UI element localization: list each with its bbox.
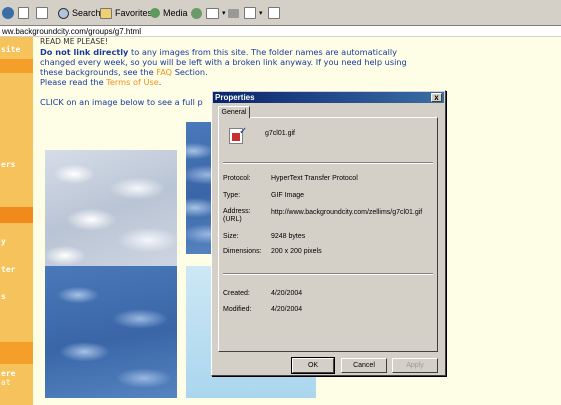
edit-button[interactable]: ▾ [244, 5, 263, 21]
back-arrow-icon [2, 7, 14, 19]
size-value: 9248 bytes [271, 233, 306, 240]
history-icon [191, 7, 202, 19]
favorites-button[interactable]: Favorites [100, 5, 152, 21]
address-value: http://www.backgroundcity.com/zellims/g7… [271, 209, 423, 216]
edit-dropdown-icon: ▾ [259, 10, 263, 17]
ok-button[interactable]: OK [291, 357, 335, 374]
cancel-button[interactable]: Cancel [341, 358, 387, 373]
separator-1 [223, 162, 433, 164]
created-value: 4/20/2004 [271, 290, 303, 297]
address-bar[interactable]: ww.backgroundcity.com/groups/g7.html [0, 26, 561, 37]
dimensions-label: Dimensions: [223, 248, 262, 255]
terms-line: Please read the Terms of Use. [40, 77, 420, 87]
nav-item-s[interactable]: s [1, 292, 6, 301]
notice-text-2: Section. [172, 67, 208, 77]
home-button[interactable] [36, 5, 51, 21]
notice-bold: Do not link directly [40, 47, 129, 57]
tab-general[interactable]: General [218, 106, 250, 118]
mail-button[interactable]: ▾ [206, 5, 226, 21]
nav-item-ere[interactable]: ere [1, 369, 15, 378]
type-label: Type: [223, 192, 241, 199]
search-button[interactable]: Search [58, 5, 101, 21]
search-icon [58, 7, 69, 19]
dimensions-value: 200 x 200 pixels [271, 248, 322, 255]
close-icon: x [434, 93, 439, 102]
readme-header: READ ME PLEASE! [40, 37, 108, 46]
edit-icon [244, 7, 256, 19]
gif-file-icon: ✓ [229, 126, 247, 144]
left-navigation: site ers y ter s ere at [0, 37, 33, 405]
faq-link[interactable]: FAQ [156, 67, 172, 77]
nav-button-3[interactable] [0, 342, 33, 364]
print-icon [228, 8, 239, 18]
refresh-icon [18, 7, 29, 19]
dialog-title: Properties [215, 93, 255, 102]
nav-item-ers[interactable]: ers [1, 160, 15, 169]
general-panel: ✓ g7cl01.gif Protocol: HyperText Transfe… [218, 117, 438, 352]
address-label: Address: [223, 208, 251, 215]
nav-item-ter[interactable]: ter [1, 265, 15, 274]
modified-value: 4/20/2004 [271, 306, 303, 313]
address-sub-label: (URL) [223, 216, 242, 223]
terms-prefix: Please read the [40, 77, 107, 87]
dialog-titlebar[interactable]: Properties x [213, 92, 444, 103]
properties-dialog: Properties x General ✓ g7cl01.gif Protoc… [211, 90, 446, 376]
refresh-button[interactable] [18, 5, 32, 21]
background-thumbnail-3[interactable] [45, 266, 177, 398]
nav-item-y[interactable]: y [1, 237, 6, 246]
terms-link[interactable]: Terms of Use [106, 77, 159, 87]
url-text: ww.backgroundcity.com/groups/g7.html [2, 27, 142, 36]
favorites-icon [100, 7, 112, 19]
history-button[interactable] [191, 5, 205, 21]
nav-item-site[interactable]: site [1, 45, 20, 54]
protocol-value: HyperText Transfer Protocol [271, 175, 358, 182]
print-button[interactable] [228, 5, 242, 21]
nav-item-at[interactable]: at [1, 378, 11, 387]
mail-icon [206, 7, 219, 19]
favorites-label: Favorites [115, 8, 153, 18]
search-label: Search [72, 8, 101, 18]
modified-label: Modified: [223, 306, 252, 313]
close-button[interactable]: x [431, 93, 442, 102]
notice-paragraph: Do not link directly to any images from … [40, 47, 420, 77]
browser-toolbar: Search Favorites Media ▾ ▾ [0, 0, 561, 26]
back-button[interactable] [2, 5, 17, 21]
home-icon [36, 7, 48, 19]
apply-button[interactable]: Apply [392, 358, 438, 373]
terms-suffix: . [158, 77, 162, 87]
discuss-button[interactable] [268, 5, 283, 21]
type-value: GIF Image [271, 192, 305, 199]
separator-2 [223, 273, 433, 275]
background-thumbnail-1[interactable] [45, 150, 177, 270]
mail-dropdown-icon: ▾ [222, 10, 226, 17]
protocol-label: Protocol: [223, 175, 251, 182]
created-label: Created: [223, 290, 250, 297]
media-icon [150, 8, 160, 18]
discuss-icon [268, 7, 280, 19]
web-page: site ers y ter s ere at READ ME PLEASE! … [0, 37, 561, 405]
media-button[interactable]: Media [150, 5, 188, 21]
media-label: Media [163, 8, 188, 18]
file-name: g7cl01.gif [265, 130, 295, 137]
nav-button-1[interactable] [0, 59, 33, 73]
nav-button-2[interactable] [0, 207, 33, 223]
size-label: Size: [223, 233, 239, 240]
checkmark-icon: ✓ [239, 126, 248, 137]
